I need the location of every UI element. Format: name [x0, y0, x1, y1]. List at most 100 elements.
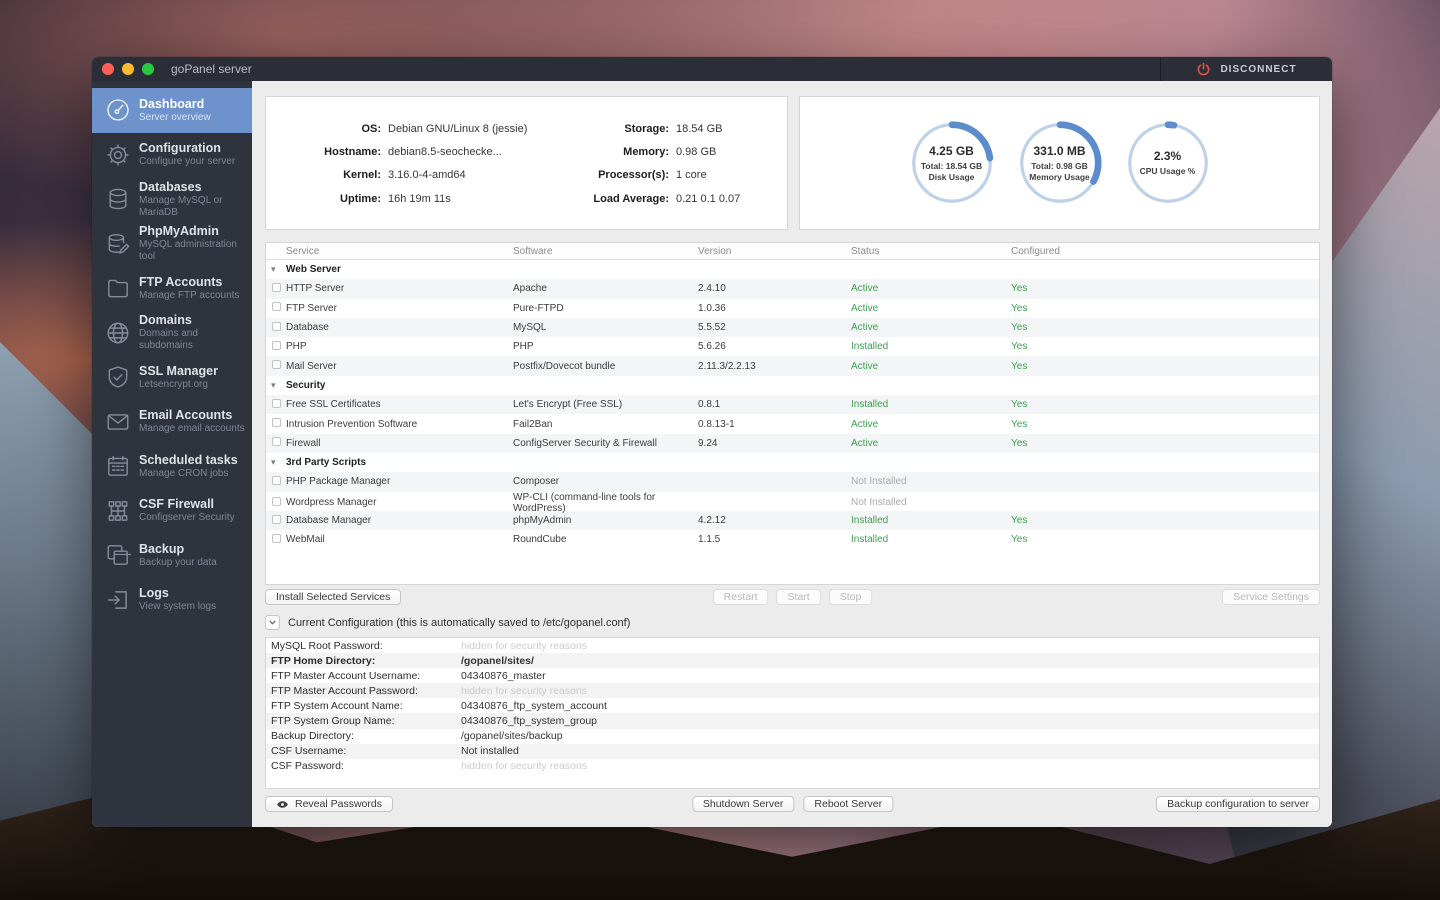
configuration-row[interactable]: FTP System Account Name: 04340876_ftp_sy…	[266, 698, 1319, 713]
sidebar-item-email-accounts[interactable]: Email Accounts Manage email accounts	[92, 400, 252, 445]
service-version: 4.2.12	[698, 515, 851, 526]
table-row[interactable]: ▾ Free SSL Certificates Let's Encrypt (F…	[266, 395, 1319, 414]
service-software: Composer	[513, 476, 698, 487]
service-checkbox[interactable]	[272, 322, 281, 331]
sidebar-item-logs[interactable]: Logs View system logs	[92, 578, 252, 623]
service-settings-button[interactable]: Service Settings	[1222, 589, 1320, 605]
configuration-value: hidden for security reasons	[461, 685, 1319, 697]
group-collapse-icon[interactable]: ▾	[271, 264, 276, 274]
sidebar-item-subtitle: Manage email accounts	[139, 423, 245, 435]
table-row[interactable]: ▾ Web Server	[266, 260, 1319, 279]
sidebar-item-subtitle: Letsencrypt.org	[139, 379, 218, 391]
table-row[interactable]: ▾ HTTP Server Apache 2.4.10 Active Yes	[266, 279, 1319, 298]
configuration-label: FTP Master Account Username:	[271, 670, 461, 682]
reveal-passwords-button[interactable]: Reveal Passwords	[265, 796, 393, 812]
service-name: PHP Package Manager	[286, 476, 513, 487]
configuration-row[interactable]: FTP Master Account Password: hidden for …	[266, 683, 1319, 698]
service-status: Installed	[851, 534, 1011, 545]
service-version: 1.1.5	[698, 534, 851, 545]
shutdown-server-button[interactable]: Shutdown Server	[692, 796, 795, 812]
table-row[interactable]: ▾ Mail Server Postfix/Dovecot bundle 2.1…	[266, 356, 1319, 375]
info-label: Load Average:	[569, 187, 669, 210]
service-checkbox[interactable]	[272, 497, 281, 506]
configuration-row[interactable]: CSF Username: Not installed	[266, 744, 1319, 759]
sidebar-item-domains[interactable]: Domains Domains and subdomains	[92, 311, 252, 356]
service-checkbox[interactable]	[272, 515, 281, 524]
table-row[interactable]: ▾ Security	[266, 376, 1319, 395]
service-status: Active	[851, 283, 1011, 294]
service-checkbox[interactable]	[272, 341, 281, 350]
sidebar-item-phpmyadmin[interactable]: PhpMyAdmin MySQL administration tool	[92, 222, 252, 267]
sidebar-item-ftp-accounts[interactable]: FTP Accounts Manage FTP accounts	[92, 266, 252, 311]
col-version: Version	[698, 246, 851, 257]
configuration-row[interactable]: Backup Directory: /gopanel/sites/backup	[266, 729, 1319, 744]
table-row[interactable]: ▾ Database MySQL 5.5.52 Active Yes	[266, 318, 1319, 337]
configuration-label: FTP System Group Name:	[271, 715, 461, 727]
stop-button[interactable]: Stop	[829, 589, 873, 605]
sidebar-item-subtitle: Domains and subdomains	[139, 328, 252, 352]
table-row[interactable]: ▾ 3rd Party Scripts	[266, 453, 1319, 472]
collapse-configuration-button[interactable]	[265, 615, 280, 630]
disconnect-button[interactable]: DISCONNECT	[1160, 57, 1332, 81]
service-checkbox[interactable]	[272, 418, 281, 427]
service-checkbox[interactable]	[272, 302, 281, 311]
reboot-server-button[interactable]: Reboot Server	[803, 796, 893, 812]
service-configured: Yes	[1011, 361, 1319, 372]
domains-icon	[105, 320, 131, 346]
install-selected-services-button[interactable]: Install Selected Services	[265, 589, 401, 605]
info-value: 1 core	[669, 164, 787, 187]
logs-icon	[105, 587, 131, 613]
group-collapse-icon[interactable]: ▾	[271, 457, 276, 467]
configuration-row[interactable]: FTP Master Account Username: 04340876_ma…	[266, 668, 1319, 683]
configuration-label: CSF Username:	[271, 745, 461, 757]
service-checkbox[interactable]	[272, 360, 281, 369]
configuration-row[interactable]: MySQL Root Password: hidden for security…	[266, 638, 1319, 653]
service-software: RoundCube	[513, 534, 698, 545]
configuration-row[interactable]: CSF Password: hidden for security reason…	[266, 759, 1319, 774]
sidebar-item-configuration[interactable]: Configuration Configure your server	[92, 133, 252, 178]
service-name: Database Manager	[286, 515, 513, 526]
configuration-row[interactable]: FTP System Group Name: 04340876_ftp_syst…	[266, 713, 1319, 728]
app-window: goPanel server DISCONNECT Dashboard Serv…	[92, 57, 1332, 827]
table-row[interactable]: ▾ Firewall ConfigServer Security & Firew…	[266, 434, 1319, 453]
table-row[interactable]: ▾ Wordpress Manager WP-CLI (command-line…	[266, 492, 1319, 511]
col-service: Service	[286, 246, 513, 257]
current-configuration-title: Current Configuration (this is automatic…	[288, 617, 630, 629]
service-version: 0.8.13-1	[698, 419, 851, 430]
start-button[interactable]: Start	[777, 589, 821, 605]
table-row[interactable]: ▾ WebMail RoundCube 1.1.5 Installed Yes	[266, 530, 1319, 549]
sidebar-item-dashboard[interactable]: Dashboard Server overview	[92, 88, 252, 133]
service-checkbox[interactable]	[272, 283, 281, 292]
sidebar-item-title: Email Accounts	[139, 408, 245, 423]
sidebar-item-backup[interactable]: Backup Backup your data	[92, 533, 252, 578]
service-name: Mail Server	[286, 361, 513, 372]
sidebar-item-title: SSL Manager	[139, 364, 218, 379]
service-checkbox[interactable]	[272, 534, 281, 543]
service-name: FTP Server	[286, 303, 513, 314]
service-checkbox[interactable]	[272, 437, 281, 446]
sidebar-item-scheduled-tasks[interactable]: Scheduled tasks Manage CRON jobs	[92, 444, 252, 489]
table-row[interactable]: ▾ PHP PHP 5.6.26 Installed Yes	[266, 337, 1319, 356]
zoom-button[interactable]	[142, 63, 154, 75]
scheduled-tasks-icon	[105, 453, 131, 479]
table-row[interactable]: ▾ Database Manager phpMyAdmin 4.2.12 Ins…	[266, 511, 1319, 530]
table-row[interactable]: ▾ PHP Package Manager Composer Not Insta…	[266, 472, 1319, 491]
sidebar-item-databases[interactable]: Databases Manage MySQL or MariaDB	[92, 177, 252, 222]
sidebar: Dashboard Server overview Configuration …	[92, 81, 252, 827]
group-collapse-icon[interactable]: ▾	[271, 380, 276, 390]
table-row[interactable]: ▾ Intrusion Prevention Software Fail2Ban…	[266, 414, 1319, 433]
sidebar-item-csf-firewall[interactable]: CSF Firewall Configserver Security	[92, 489, 252, 534]
service-checkbox[interactable]	[272, 399, 281, 408]
table-row[interactable]: ▾ FTP Server Pure-FTPD 1.0.36 Active Yes	[266, 299, 1319, 318]
service-software: ConfigServer Security & Firewall	[513, 438, 698, 449]
gauge-detail: CPU Usage %	[1140, 166, 1196, 177]
close-button[interactable]	[102, 63, 114, 75]
sidebar-item-ssl-manager[interactable]: SSL Manager Letsencrypt.org	[92, 355, 252, 400]
minimize-button[interactable]	[122, 63, 134, 75]
service-version: 9.24	[698, 438, 851, 449]
service-checkbox[interactable]	[272, 476, 281, 485]
configuration-row[interactable]: FTP Home Directory: /gopanel/sites/	[266, 653, 1319, 668]
restart-button[interactable]: Restart	[713, 589, 769, 605]
backup-configuration-button[interactable]: Backup configuration to server	[1156, 796, 1320, 812]
info-label: Memory:	[569, 140, 669, 163]
